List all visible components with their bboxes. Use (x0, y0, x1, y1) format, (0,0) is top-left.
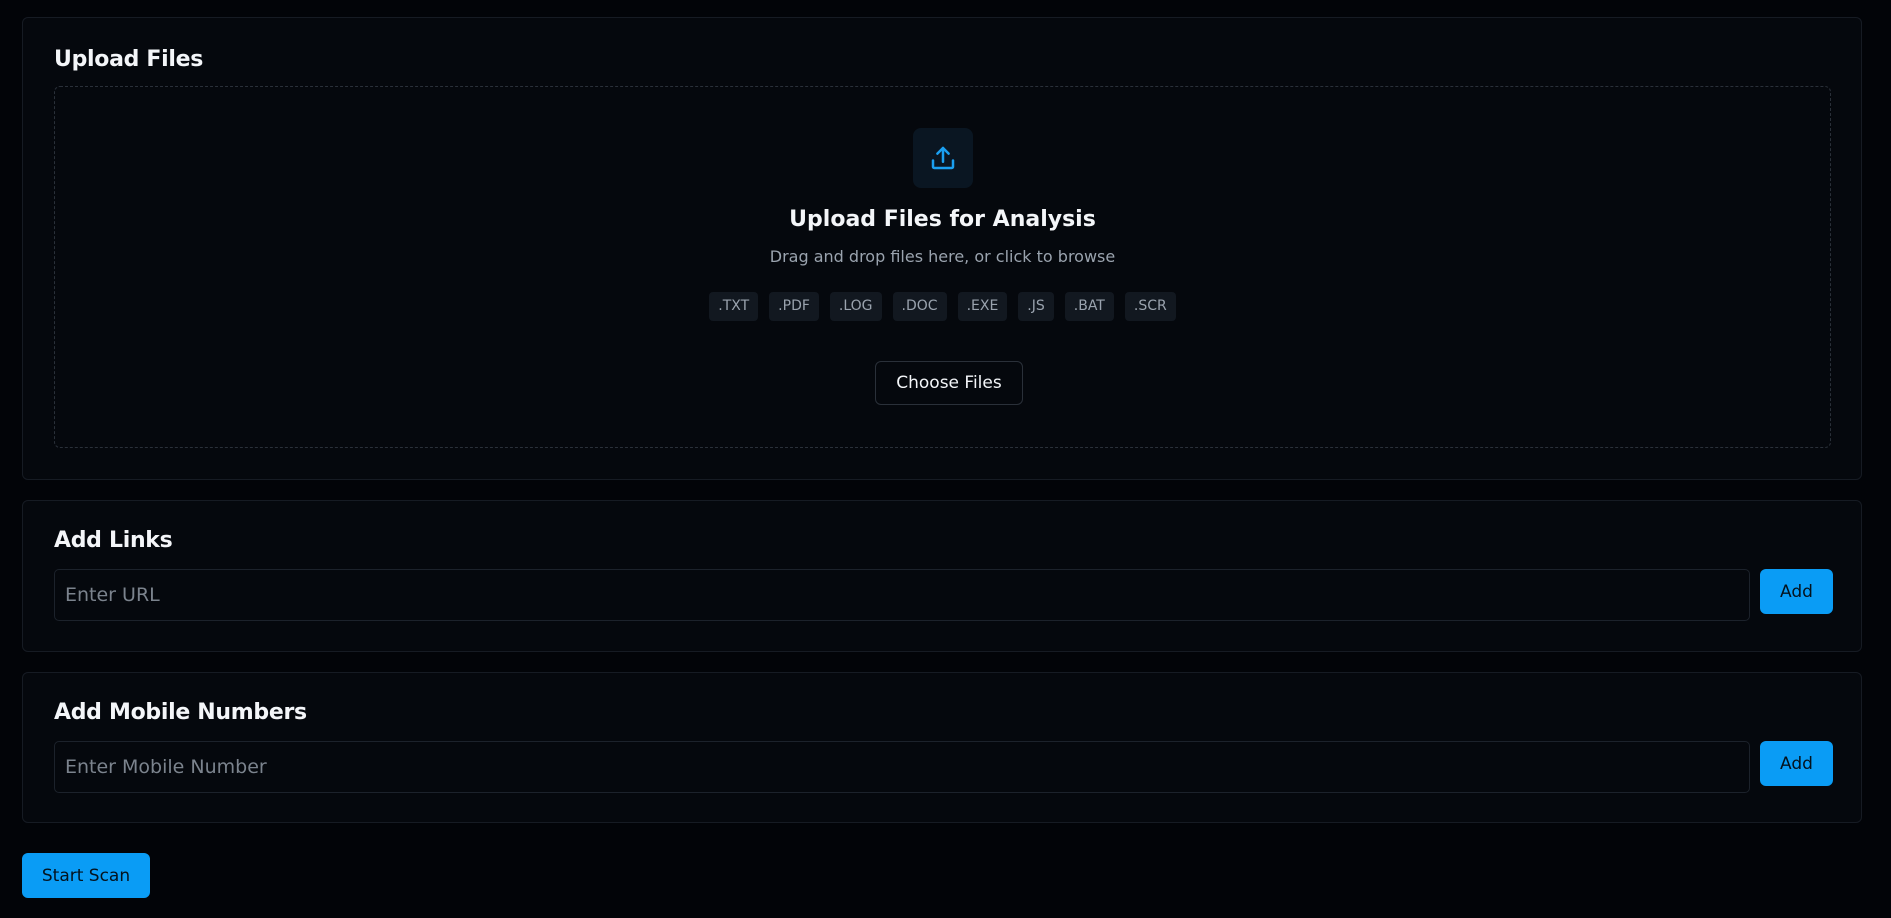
extension-chip-exe: .EXE (957, 292, 1008, 321)
extension-chip-bat: .BAT (1064, 292, 1114, 321)
extension-chip-pdf: .PDF (769, 292, 819, 321)
mobile-number-input[interactable] (54, 741, 1750, 793)
add-link-button[interactable]: Add (1760, 569, 1833, 614)
add-mobile-numbers-card: Add Mobile Numbers Add (22, 672, 1862, 823)
add-links-title: Add Links (54, 528, 173, 553)
extension-chip-js: .JS (1018, 292, 1054, 321)
dropzone-heading: Upload Files for Analysis (789, 207, 1096, 232)
dropzone-subtitle: Drag and drop files here, or click to br… (769, 247, 1116, 266)
upload-files-card: Upload Files Upload Files for Analysis D… (22, 17, 1862, 480)
upload-icon (913, 128, 973, 188)
extension-chip-doc: .DOC (892, 292, 947, 321)
start-scan-button[interactable]: Start Scan (22, 853, 150, 898)
page: Upload Files Upload Files for Analysis D… (0, 0, 1891, 918)
extension-chip-scr: .SCR (1124, 292, 1176, 321)
url-input[interactable] (54, 569, 1750, 621)
file-dropzone[interactable]: Upload Files for Analysis Drag and drop … (54, 86, 1831, 448)
file-extension-list: .TXT .PDF .LOG .DOC .EXE .JS .BAT .SCR (55, 292, 1830, 321)
extension-chip-log: .LOG (829, 292, 882, 321)
upload-files-title: Upload Files (54, 47, 204, 72)
choose-files-button[interactable]: Choose Files (875, 361, 1023, 405)
add-mobile-numbers-title: Add Mobile Numbers (54, 700, 307, 725)
add-mobile-button[interactable]: Add (1760, 741, 1833, 786)
extension-chip-txt: .TXT (709, 292, 759, 321)
add-links-card: Add Links Add (22, 500, 1862, 652)
